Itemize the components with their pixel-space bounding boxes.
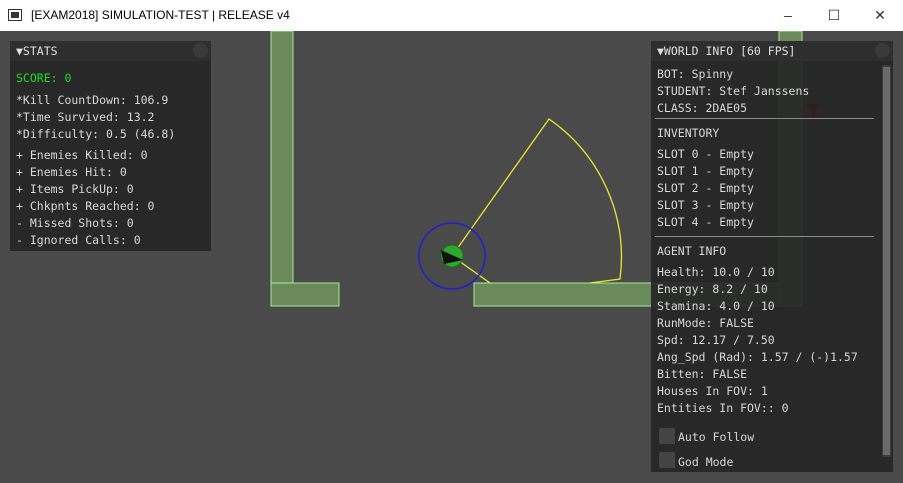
god-mode-label[interactable]: God Mode — [678, 455, 733, 469]
window-titlebar[interactable]: [EXAM2018] SIMULATION-TEST | RELEASE v4 … — [0, 0, 903, 31]
agent-info-title: AGENT INFO — [657, 244, 727, 258]
window-title: [EXAM2018] SIMULATION-TEST | RELEASE v4 — [31, 8, 290, 22]
stats-close-icon[interactable] — [193, 43, 208, 58]
energy: Energy: 8.2 / 10 — [657, 282, 768, 296]
wall-horizontal-left — [270, 282, 340, 307]
stats-panel-title: ▼STATS — [16, 44, 58, 58]
speed: Spd: 12.17 / 7.50 — [657, 333, 775, 347]
items-pickup: + Items PickUp: 0 — [16, 182, 134, 196]
app-icon — [8, 9, 22, 21]
scrollbar-thumb[interactable] — [883, 67, 890, 455]
enemies-hit: + Enemies Hit: 0 — [16, 165, 127, 179]
angular-speed: Ang_Spd (Rad): 1.57 / (-)1.57 — [657, 350, 858, 364]
god-mode-checkbox[interactable] — [659, 452, 675, 468]
world-info-close-icon[interactable] — [875, 43, 890, 58]
score-label: SCORE: 0 — [16, 71, 72, 85]
minimize-button[interactable]: – — [765, 0, 811, 31]
stats-panel-header[interactable]: ▼STATS — [10, 41, 211, 61]
entities-in-fov: Entities In FOV:: 0 — [657, 401, 789, 415]
chkpnts-reached: + Chkpnts Reached: 0 — [16, 199, 155, 213]
world-info-title: ▼WORLD INFO [60 FPS] — [657, 44, 796, 58]
world-info-header[interactable]: ▼WORLD INFO [60 FPS] — [651, 41, 893, 61]
close-button[interactable]: ✕ — [857, 0, 903, 31]
run-mode: RunMode: FALSE — [657, 316, 754, 330]
time-survived: *Time Survived: 13.2 — [16, 110, 155, 124]
health: Health: 10.0 / 10 — [657, 265, 775, 279]
bitten-status: Bitten: FALSE — [657, 367, 748, 381]
wall-vertical-left — [270, 31, 294, 307]
fov-cone — [451, 118, 623, 284]
inventory-slot-4: SLOT 4 - Empty — [657, 215, 754, 229]
stamina: Stamina: 4.0 / 10 — [657, 299, 775, 313]
world-info-scrollbar[interactable] — [882, 65, 891, 457]
world-info-panel: ▼WORLD INFO [60 FPS] BOT: Spinny STUDENT… — [651, 41, 893, 472]
inventory-title: INVENTORY — [657, 126, 720, 140]
auto-follow-checkbox[interactable] — [659, 428, 675, 444]
bot-name: BOT: Spinny — [657, 67, 734, 81]
stats-panel: ▼STATS SCORE: 0 *Kill CountDown: 106.9 *… — [10, 41, 211, 251]
inventory-slot-1: SLOT 1 - Empty — [657, 164, 754, 178]
class-name: CLASS: 2DAE05 — [657, 101, 748, 115]
maximize-button[interactable]: ☐ — [811, 0, 857, 31]
auto-follow-label[interactable]: Auto Follow — [678, 430, 754, 444]
separator — [655, 236, 874, 237]
inventory-slot-2: SLOT 2 - Empty — [657, 181, 754, 195]
missed-shots: - Missed Shots: 0 — [16, 216, 134, 230]
separator — [655, 118, 874, 119]
inventory-slot-3: SLOT 3 - Empty — [657, 198, 754, 212]
student-name: STUDENT: Stef Janssens — [657, 84, 810, 98]
kill-countdown: *Kill CountDown: 106.9 — [16, 93, 169, 107]
houses-in-fov: Houses In FOV: 1 — [657, 384, 768, 398]
inventory-slot-0: SLOT 0 - Empty — [657, 147, 754, 161]
ignored-calls: - Ignored Calls: 0 — [16, 233, 141, 247]
enemies-killed: + Enemies Killed: 0 — [16, 148, 148, 162]
difficulty: *Difficulty: 0.5 (46.8) — [16, 127, 176, 141]
